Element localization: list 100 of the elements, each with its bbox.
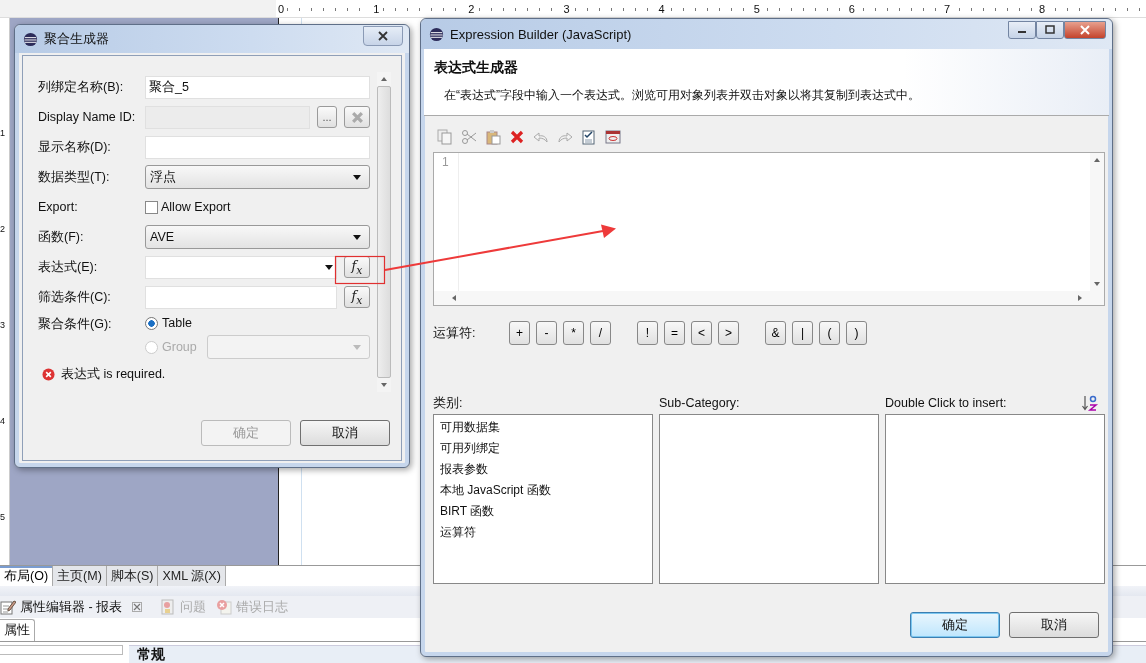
window-title: Expression Builder (JavaScript): [450, 26, 632, 42]
ruler-number: 3: [0, 320, 6, 330]
list-item[interactable]: 可用数据集: [440, 419, 500, 436]
minimize-button[interactable]: [1008, 21, 1036, 39]
list-box[interactable]: 可用数据集 可用列绑定 报表参数 本地 JavaScript 函数 BIRT 函数 运算符: [433, 414, 653, 584]
scissors-icon[interactable]: [461, 129, 477, 145]
scrollbar[interactable]: [377, 72, 391, 392]
description-text: 在“表达式”字段中输入一个表达式。浏览可用对象列表并双击对象以将其复制到表达式中。: [443, 87, 921, 104]
list-item[interactable]: 本地 JavaScript 函数: [440, 482, 551, 499]
error-message: 表达式 is required.: [61, 366, 166, 383]
radio-button[interactable]: [145, 316, 158, 330]
paste-icon[interactable]: [485, 129, 501, 145]
error-icon: [42, 368, 55, 381]
maximize-icon: [1044, 25, 1056, 35]
field-label: 列绑定名称(B):: [38, 78, 125, 96]
radio-label[interactable]: Table: [162, 316, 192, 330]
maximize-button[interactable]: [1036, 21, 1064, 39]
checkbox[interactable]: [145, 200, 158, 214]
copy-icon[interactable]: [437, 129, 453, 145]
operator-button[interactable]: =: [664, 321, 685, 345]
field-label: 聚合条件(G):: [38, 316, 113, 333]
sort-icon[interactable]: [1081, 394, 1099, 412]
list-box[interactable]: [885, 414, 1105, 584]
field-label: 数据类型(T):: [38, 168, 111, 186]
combo-field[interactable]: [145, 255, 337, 279]
text-field[interactable]: [145, 135, 370, 159]
section-title: 常规: [137, 646, 165, 662]
operator-button[interactable]: (: [819, 321, 840, 345]
column-label: 类别:: [433, 394, 463, 412]
scroll-up-icon[interactable]: [380, 75, 388, 83]
ruler-number: 2: [0, 224, 6, 234]
scrollbar[interactable]: [434, 291, 1104, 305]
function-button[interactable]: f$_{x}$: [344, 286, 370, 308]
dropdown[interactable]: 浮点: [145, 165, 370, 189]
operator-button[interactable]: |: [792, 321, 813, 345]
operator-button[interactable]: <: [691, 321, 712, 345]
dialog-heading: 表达式生成器: [434, 59, 519, 77]
field-label: 表达式(E):: [38, 258, 99, 276]
checkbox-label[interactable]: Allow Export: [161, 200, 231, 214]
list-item[interactable]: 运算符: [440, 524, 476, 541]
operator-button[interactable]: &: [765, 321, 786, 345]
text-field[interactable]: 聚合_5: [145, 75, 370, 99]
field-label: Export:: [38, 200, 79, 214]
ok-button[interactable]: 确定: [910, 612, 1000, 638]
close-button[interactable]: [363, 26, 403, 46]
scroll-up-icon[interactable]: [1093, 156, 1101, 164]
scroll-down-icon[interactable]: [380, 381, 388, 389]
app-icon: [23, 31, 38, 47]
cancel-button[interactable]: 取消: [1009, 612, 1099, 638]
text-field[interactable]: [145, 285, 337, 309]
operator-button[interactable]: ): [846, 321, 867, 345]
property-tab[interactable]: 属性: [0, 619, 35, 641]
list-box[interactable]: [659, 414, 879, 584]
ruler-number: 4: [0, 416, 6, 426]
operators-label: 运算符:: [433, 324, 477, 342]
scroll-down-icon[interactable]: [1093, 280, 1101, 288]
scrollbar[interactable]: [1090, 153, 1104, 291]
pencil-note-icon: [0, 599, 16, 615]
close-icon: [1079, 25, 1091, 35]
delete-button[interactable]: [344, 106, 370, 128]
undo-icon[interactable]: [533, 129, 549, 145]
close-icon: [377, 31, 389, 41]
operator-button[interactable]: -: [536, 321, 557, 345]
operator-button[interactable]: /: [590, 321, 611, 345]
editor-tab[interactable]: 脚本(S): [106, 566, 159, 586]
operator-button[interactable]: +: [509, 321, 530, 345]
preview-icon[interactable]: [605, 129, 621, 145]
list-item[interactable]: 可用列绑定: [440, 440, 500, 457]
list-item[interactable]: 报表参数: [440, 461, 488, 478]
close-icon[interactable]: [132, 602, 143, 612]
ruler-number: 1: [0, 128, 6, 138]
problems-icon: [160, 599, 177, 615]
list-item[interactable]: BIRT 函数: [440, 503, 495, 520]
scroll-right-icon[interactable]: [1076, 294, 1084, 302]
field-label: 函数(F):: [38, 228, 85, 246]
window-title: 聚合生成器: [44, 30, 109, 48]
operator-button[interactable]: >: [718, 321, 739, 345]
scroll-left-icon[interactable]: [450, 294, 458, 302]
delete-icon: [350, 110, 364, 124]
error-log-icon: [216, 599, 233, 615]
cancel-button[interactable]: 取消: [300, 420, 390, 446]
function-button[interactable]: f$_{x}$: [344, 256, 370, 278]
app-icon: [429, 26, 444, 42]
editor-tab[interactable]: XML 源(X): [158, 566, 226, 586]
field-label: Display Name ID:: [38, 110, 137, 124]
panel-tab[interactable]: 属性编辑器 - 报表: [0, 598, 151, 616]
line-number: 1: [442, 155, 450, 169]
operator-button[interactable]: *: [563, 321, 584, 345]
redo-icon[interactable]: [557, 129, 573, 145]
column-label: Sub-Category:: [659, 396, 740, 410]
operator-button[interactable]: !: [637, 321, 658, 345]
ruler-number: 5: [0, 512, 6, 522]
field-label: 筛选条件(C):: [38, 288, 112, 306]
dropdown[interactable]: AVE: [145, 225, 370, 249]
delete-icon[interactable]: [509, 129, 525, 145]
editor-tab[interactable]: 主页(M): [53, 566, 107, 586]
editor-tab[interactable]: 布局(O): [0, 566, 54, 586]
close-button[interactable]: [1064, 21, 1106, 39]
column-label: Double Click to insert:: [885, 396, 1007, 410]
checklist-icon[interactable]: [581, 129, 597, 145]
